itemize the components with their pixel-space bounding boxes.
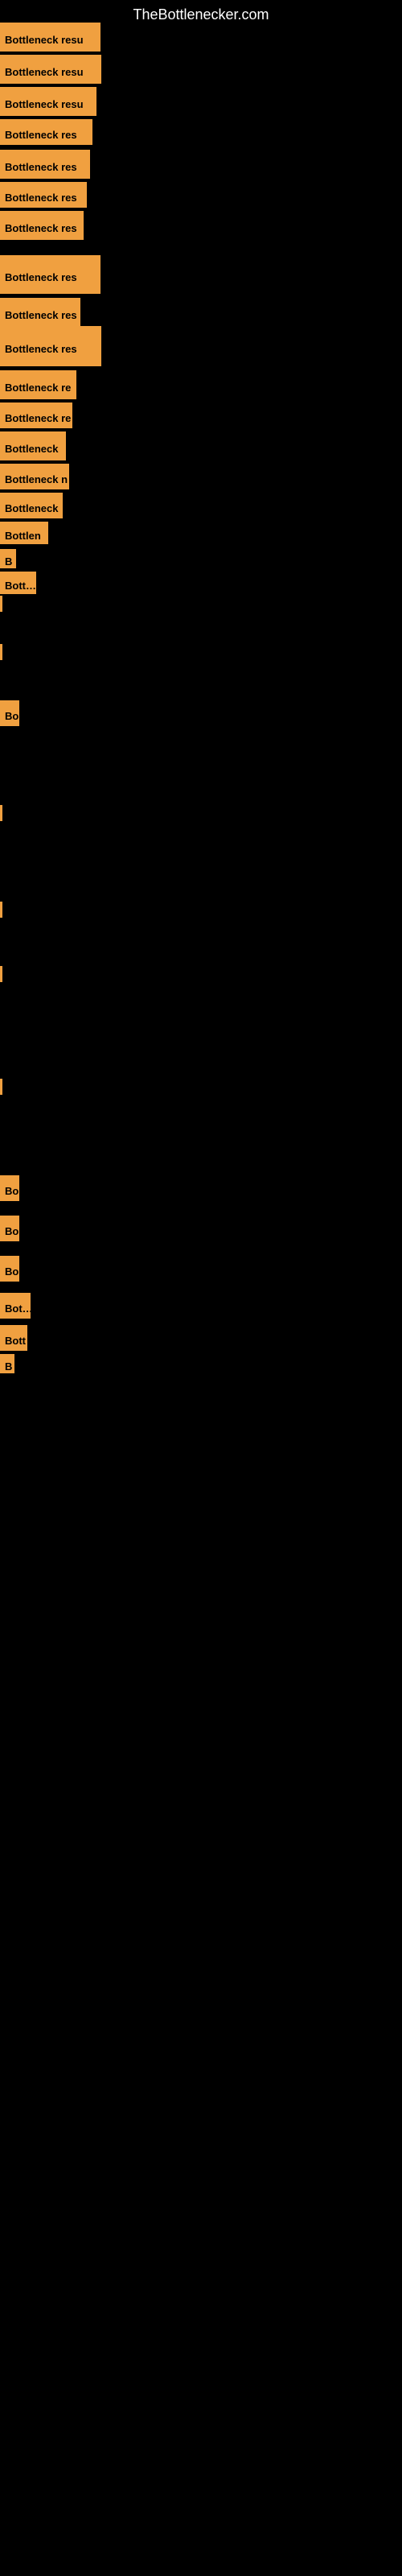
bottleneck-item: Bottleneck res <box>0 255 100 294</box>
bottleneck-item: Bott… <box>0 572 36 594</box>
bottleneck-item <box>0 1079 2 1095</box>
bottleneck-item: Bottleneck res <box>0 211 84 240</box>
bottleneck-item: Bottleneck res <box>0 326 101 366</box>
bottleneck-item: Bo <box>0 1175 19 1201</box>
bottleneck-item <box>0 902 2 918</box>
bottleneck-item: Bott <box>0 1325 27 1351</box>
bottleneck-item: Bottleneck res <box>0 119 92 145</box>
bottleneck-item: Bo <box>0 1256 19 1282</box>
bottleneck-item: Bottleneck re <box>0 402 72 428</box>
bottleneck-item: Bottleneck <box>0 493 63 518</box>
bottleneck-item: Bottleneck res <box>0 150 90 179</box>
bottleneck-item: Bottleneck res <box>0 298 80 327</box>
bottleneck-item: Bottleneck res <box>0 182 87 208</box>
bottleneck-item: Bottleneck re <box>0 370 76 399</box>
bottleneck-item <box>0 644 2 660</box>
bottleneck-item: Bottlen <box>0 522 48 544</box>
bottleneck-item: Bottleneck resu <box>0 55 101 84</box>
bottleneck-item: Bottleneck resu <box>0 87 96 116</box>
bottleneck-item: Bot… <box>0 1293 31 1319</box>
bottleneck-item: Bottleneck <box>0 431 66 460</box>
bottleneck-item: Bottleneck resu <box>0 23 100 52</box>
bottleneck-item: Bottleneck n <box>0 464 69 489</box>
bottleneck-item: B <box>0 549 16 568</box>
bottleneck-item <box>0 805 2 821</box>
bottleneck-item <box>0 596 2 612</box>
bottleneck-item: Bo <box>0 700 19 726</box>
bottleneck-item <box>0 966 2 982</box>
bottleneck-item: Bo <box>0 1216 19 1241</box>
bottleneck-item: B <box>0 1354 14 1373</box>
